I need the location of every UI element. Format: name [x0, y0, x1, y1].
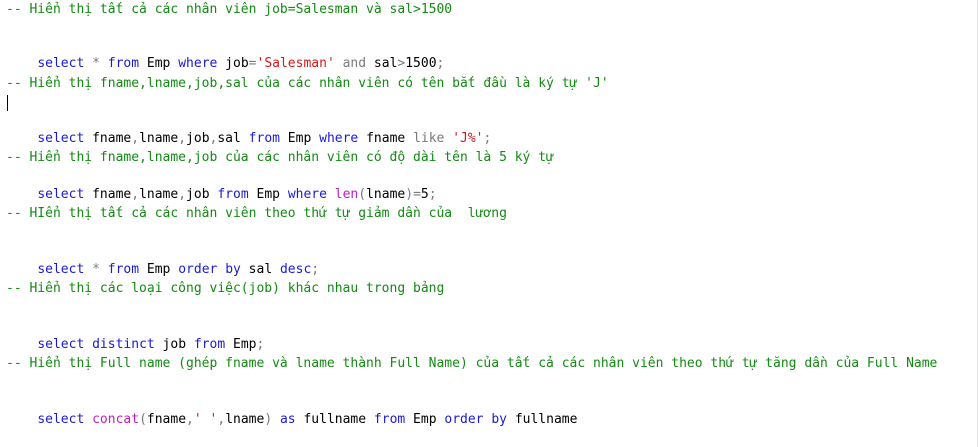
keyword: select — [37, 262, 85, 277]
number-literal: 5 — [420, 187, 429, 202]
operator: ) — [405, 187, 414, 202]
identifier: lname — [225, 412, 265, 427]
string-literal: 'Salesman' — [256, 56, 335, 71]
identifier: fullname — [303, 412, 374, 427]
keyword: distinct — [92, 337, 155, 352]
keyword: desc — [279, 262, 312, 277]
identifier: lname — [139, 187, 179, 202]
identifier: Emp — [405, 412, 445, 427]
keyword: by — [225, 262, 241, 277]
keyword: select — [37, 187, 85, 202]
comment-line: -- Hiển thị các loại công việc(job) khác… — [6, 281, 445, 296]
comment-line: -- Hiển thị tất cả các nhân viên job=Sal… — [6, 2, 453, 17]
operator: = — [413, 187, 421, 202]
operator: and — [334, 56, 374, 71]
identifier: fname — [84, 187, 132, 202]
identifier: lname — [139, 131, 179, 146]
comment-line: -- Hiển thị fname,lname,job,sal của các … — [6, 76, 609, 91]
identifier: fullname — [507, 412, 578, 427]
keyword: where — [287, 187, 327, 202]
identifier: sal — [373, 56, 398, 71]
operator: , — [178, 131, 187, 146]
operator: , — [131, 131, 140, 146]
operator: , — [178, 187, 187, 202]
operator: ; — [256, 337, 265, 352]
keyword: where — [319, 131, 359, 146]
operator: , — [217, 412, 226, 427]
keyword: where — [178, 56, 218, 71]
identifier: job — [186, 187, 218, 202]
sql-editor[interactable]: -- Hiển thị tất cả các nhân viên job=Sal… — [0, 0, 978, 447]
number-literal: 1500 — [405, 56, 437, 71]
comment-line: -- Hiển thị fname,lname,job của các nhân… — [6, 150, 554, 165]
keyword: select — [37, 56, 85, 71]
query-line: select concat(fname,' ',lname) as fullna… — [6, 393, 577, 427]
identifier: fname — [84, 131, 132, 146]
query-line: select * from Emp order by sal desc; — [6, 243, 319, 277]
comment-line: -- Hiển thị Full name (ghép fname và lna… — [6, 356, 938, 371]
identifier: job — [154, 337, 194, 352]
query-line: select * from Emp where job='Salesman' a… — [6, 37, 444, 71]
identifier: job — [217, 56, 249, 71]
operator: * — [84, 56, 108, 71]
query-line: select fname,lname,job,sal from Emp wher… — [6, 112, 491, 146]
identifier: Emp — [139, 56, 179, 71]
keyword: from — [107, 56, 140, 71]
operator: = — [248, 56, 257, 71]
identifier: job — [186, 131, 210, 146]
operator: ; — [428, 187, 437, 202]
identifier: sal — [240, 262, 280, 277]
keyword: from — [373, 412, 406, 427]
keyword: by — [491, 412, 507, 427]
keyword: from — [193, 337, 226, 352]
keyword: select — [37, 131, 85, 146]
operator: , — [186, 412, 194, 427]
operator: ) — [264, 412, 273, 427]
keyword: from — [217, 187, 249, 202]
operator: , — [131, 187, 140, 202]
identifier: Emp — [279, 131, 320, 146]
keyword: order — [178, 262, 218, 277]
string-literal: 'J%' — [452, 131, 484, 146]
keyword: as — [272, 412, 304, 427]
operator: ; — [436, 56, 445, 71]
query-line: select fname,lname,job from Emp where le… — [6, 168, 436, 202]
identifier: fname — [146, 412, 187, 427]
string-literal: ' ' — [193, 412, 218, 427]
keyword: select — [37, 412, 85, 427]
operator: like — [413, 131, 445, 146]
operator: * — [84, 262, 108, 277]
text-cursor — [7, 95, 8, 111]
keyword: from — [107, 262, 140, 277]
operator: ( — [139, 412, 147, 427]
operator: ; — [483, 131, 492, 146]
identifier: lname — [366, 187, 406, 202]
query-line: select distinct job from Emp; — [6, 318, 264, 352]
keyword: from — [248, 131, 280, 146]
comment-line: -- HIển thị tất cả các nhân viên theo th… — [6, 206, 507, 221]
keyword: order — [444, 412, 484, 427]
identifier: Emp — [248, 187, 288, 202]
keyword: select — [37, 337, 85, 352]
identifier: fname — [358, 131, 414, 146]
identifier: Emp — [139, 262, 179, 277]
operator: ; — [311, 262, 320, 277]
function-name: concat — [92, 412, 140, 427]
identifier: sal — [217, 131, 249, 146]
operator: ( — [358, 187, 367, 202]
identifier: Emp — [225, 337, 257, 352]
function-name: len — [334, 187, 359, 202]
